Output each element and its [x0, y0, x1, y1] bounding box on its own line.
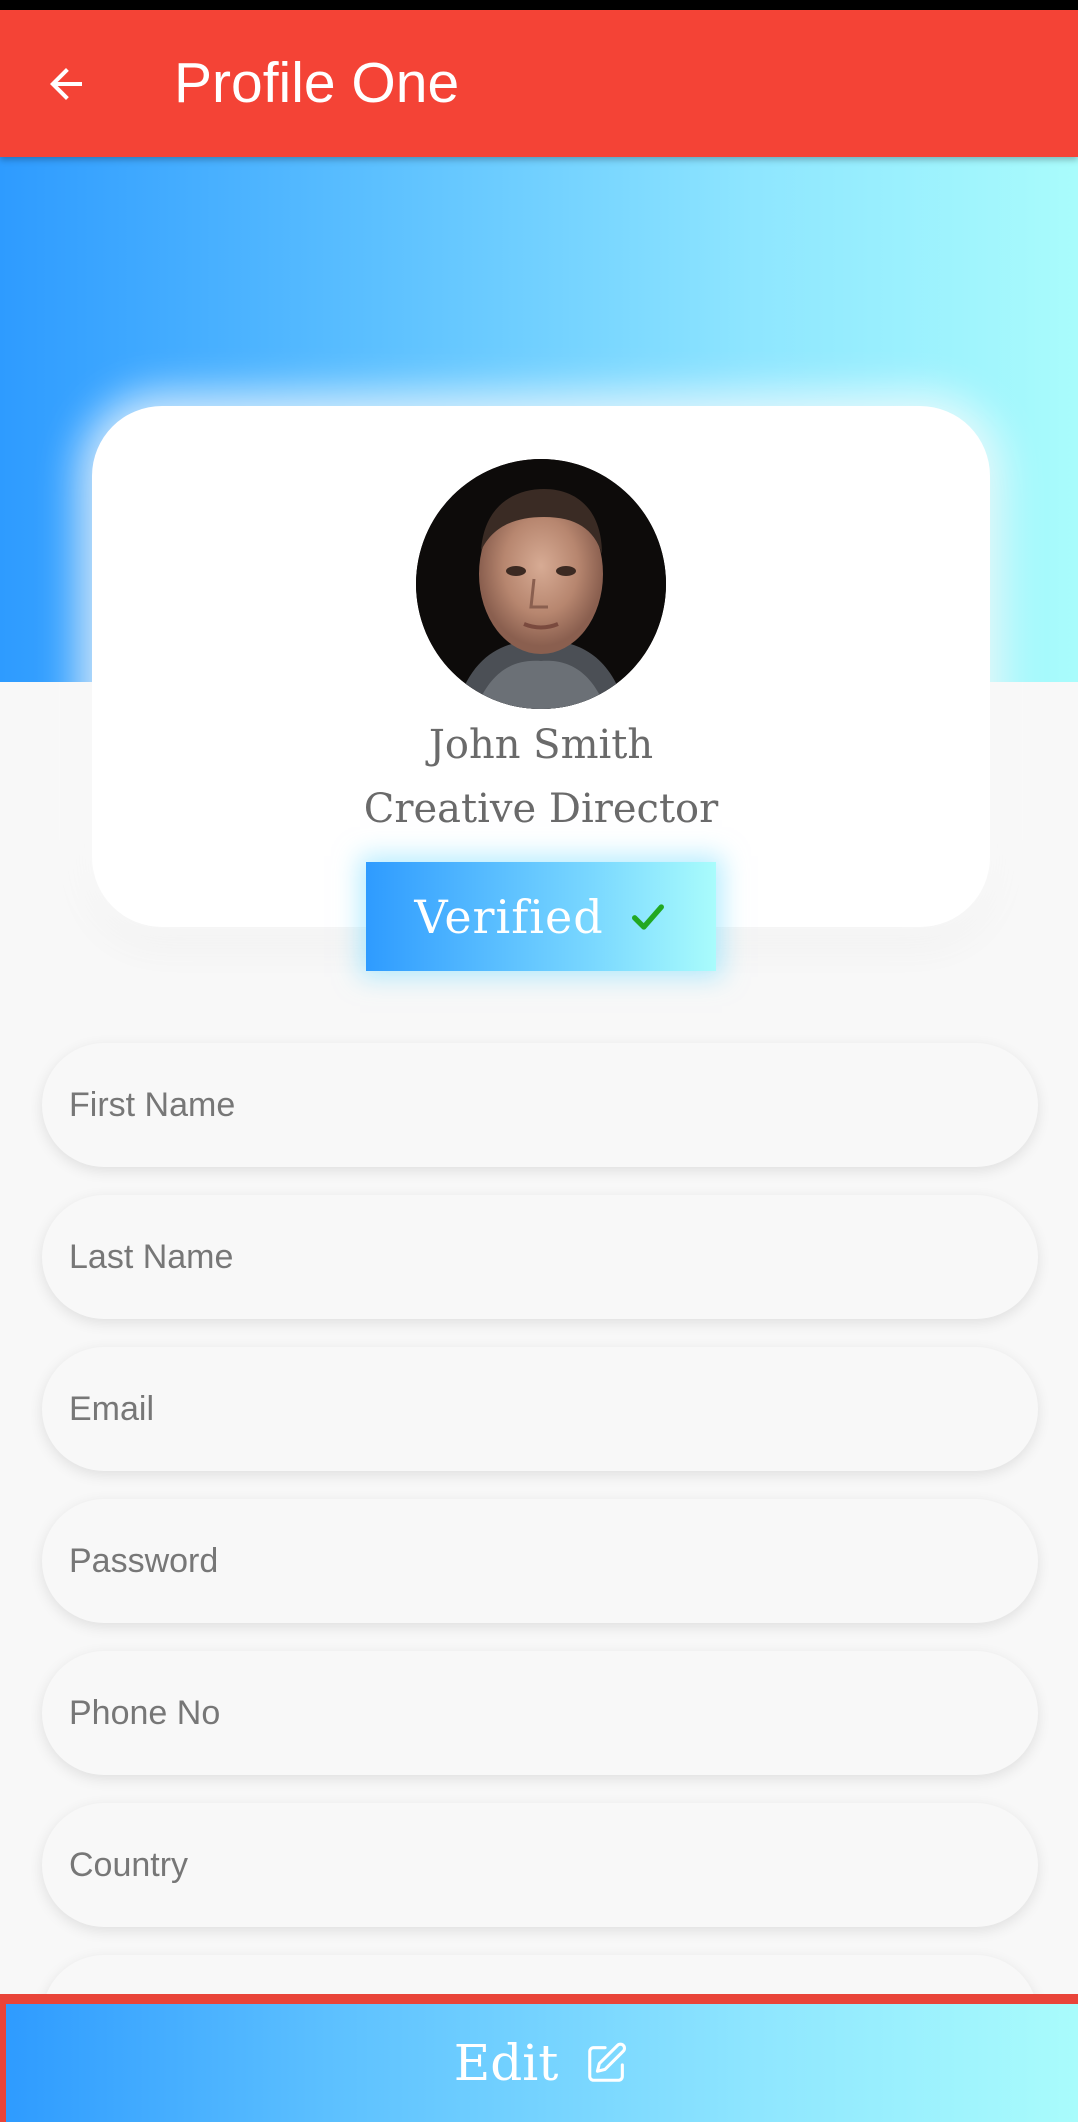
profile-name: John Smith [428, 722, 654, 768]
check-icon [628, 897, 668, 937]
avatar [416, 459, 666, 709]
email-placeholder: Email [69, 1390, 155, 1428]
status-bar [0, 0, 1078, 10]
profile-photo [416, 459, 666, 709]
first-name-field[interactable]: First Name [42, 1043, 1038, 1167]
edit-label: Edit [453, 2034, 559, 2092]
phone-field[interactable]: Phone No [42, 1651, 1038, 1775]
app-bar: Profile One [0, 10, 1078, 157]
last-name-placeholder: Last Name [69, 1238, 234, 1276]
arrow-back-icon [50, 68, 82, 100]
bottom-action-bar: Edit [0, 1994, 1078, 2122]
verified-label: Verified [414, 889, 604, 944]
edit-pencil-icon [584, 2040, 630, 2086]
country-field[interactable]: Country [42, 1803, 1038, 1927]
back-button[interactable] [30, 48, 102, 120]
first-name-placeholder: First Name [69, 1086, 236, 1124]
password-placeholder: Password [69, 1542, 219, 1580]
page-title: Profile One [174, 51, 460, 115]
edit-button[interactable]: Edit [6, 2004, 1078, 2122]
email-field[interactable]: Email [42, 1347, 1038, 1471]
profile-card: John Smith Creative Director [92, 406, 990, 927]
profile-role: Creative Director [363, 786, 719, 832]
password-field[interactable]: Password [42, 1499, 1038, 1623]
phone-placeholder: Phone No [69, 1694, 221, 1732]
verified-badge: Verified [366, 862, 716, 971]
last-name-field[interactable]: Last Name [42, 1195, 1038, 1319]
country-placeholder: Country [69, 1846, 189, 1884]
